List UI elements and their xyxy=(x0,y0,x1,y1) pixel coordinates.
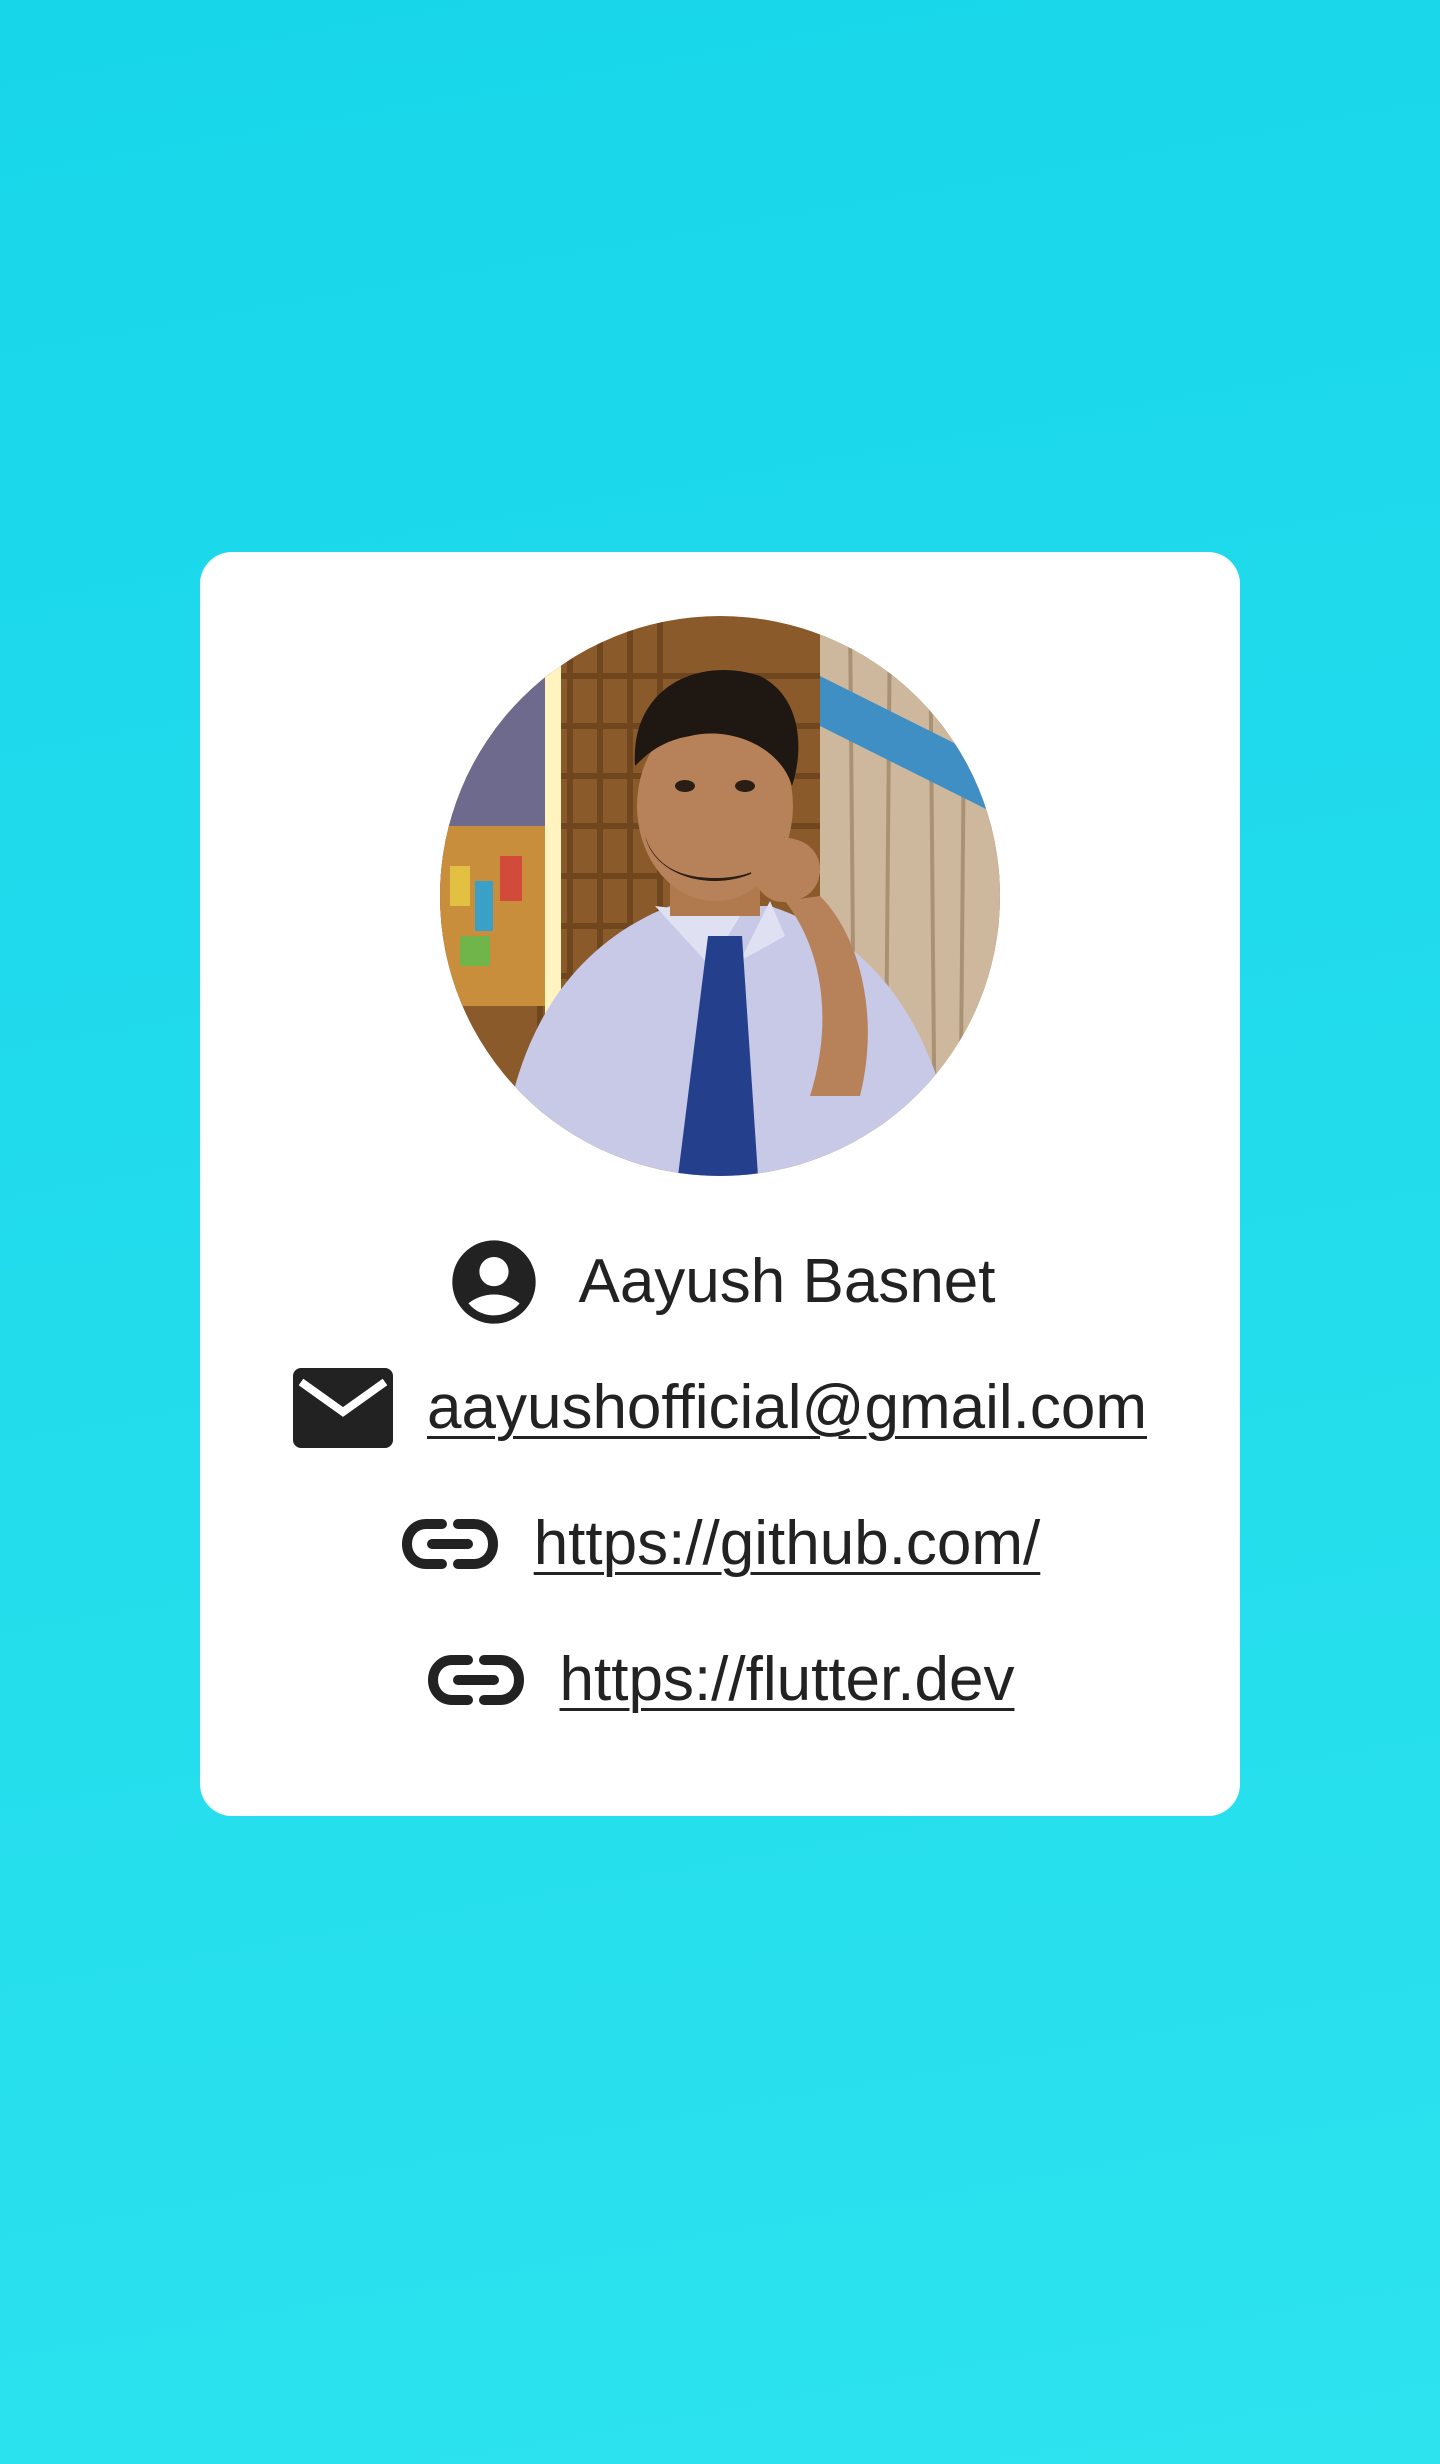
account-circle-icon xyxy=(444,1232,544,1332)
name-row: Aayush Basnet xyxy=(200,1232,1240,1332)
github-link[interactable]: https://github.com/ xyxy=(534,1504,1041,1584)
profile-photo xyxy=(440,616,1000,1176)
profile-name: Aayush Basnet xyxy=(578,1247,996,1316)
email-link[interactable]: aayushofficial@gmail.com xyxy=(427,1368,1147,1448)
mail-icon xyxy=(293,1368,393,1448)
email-row[interactable]: aayushofficial@gmail.com xyxy=(200,1368,1240,1448)
link-icon xyxy=(400,1514,500,1574)
flutter-link[interactable]: https://flutter.dev xyxy=(560,1640,1015,1720)
link-icon xyxy=(426,1650,526,1710)
profile-card: Aayush Basnet aayushofficial@gmail.com h… xyxy=(200,552,1240,1816)
github-link-row[interactable]: https://github.com/ xyxy=(200,1504,1240,1584)
flutter-link-row[interactable]: https://flutter.dev xyxy=(200,1640,1240,1720)
